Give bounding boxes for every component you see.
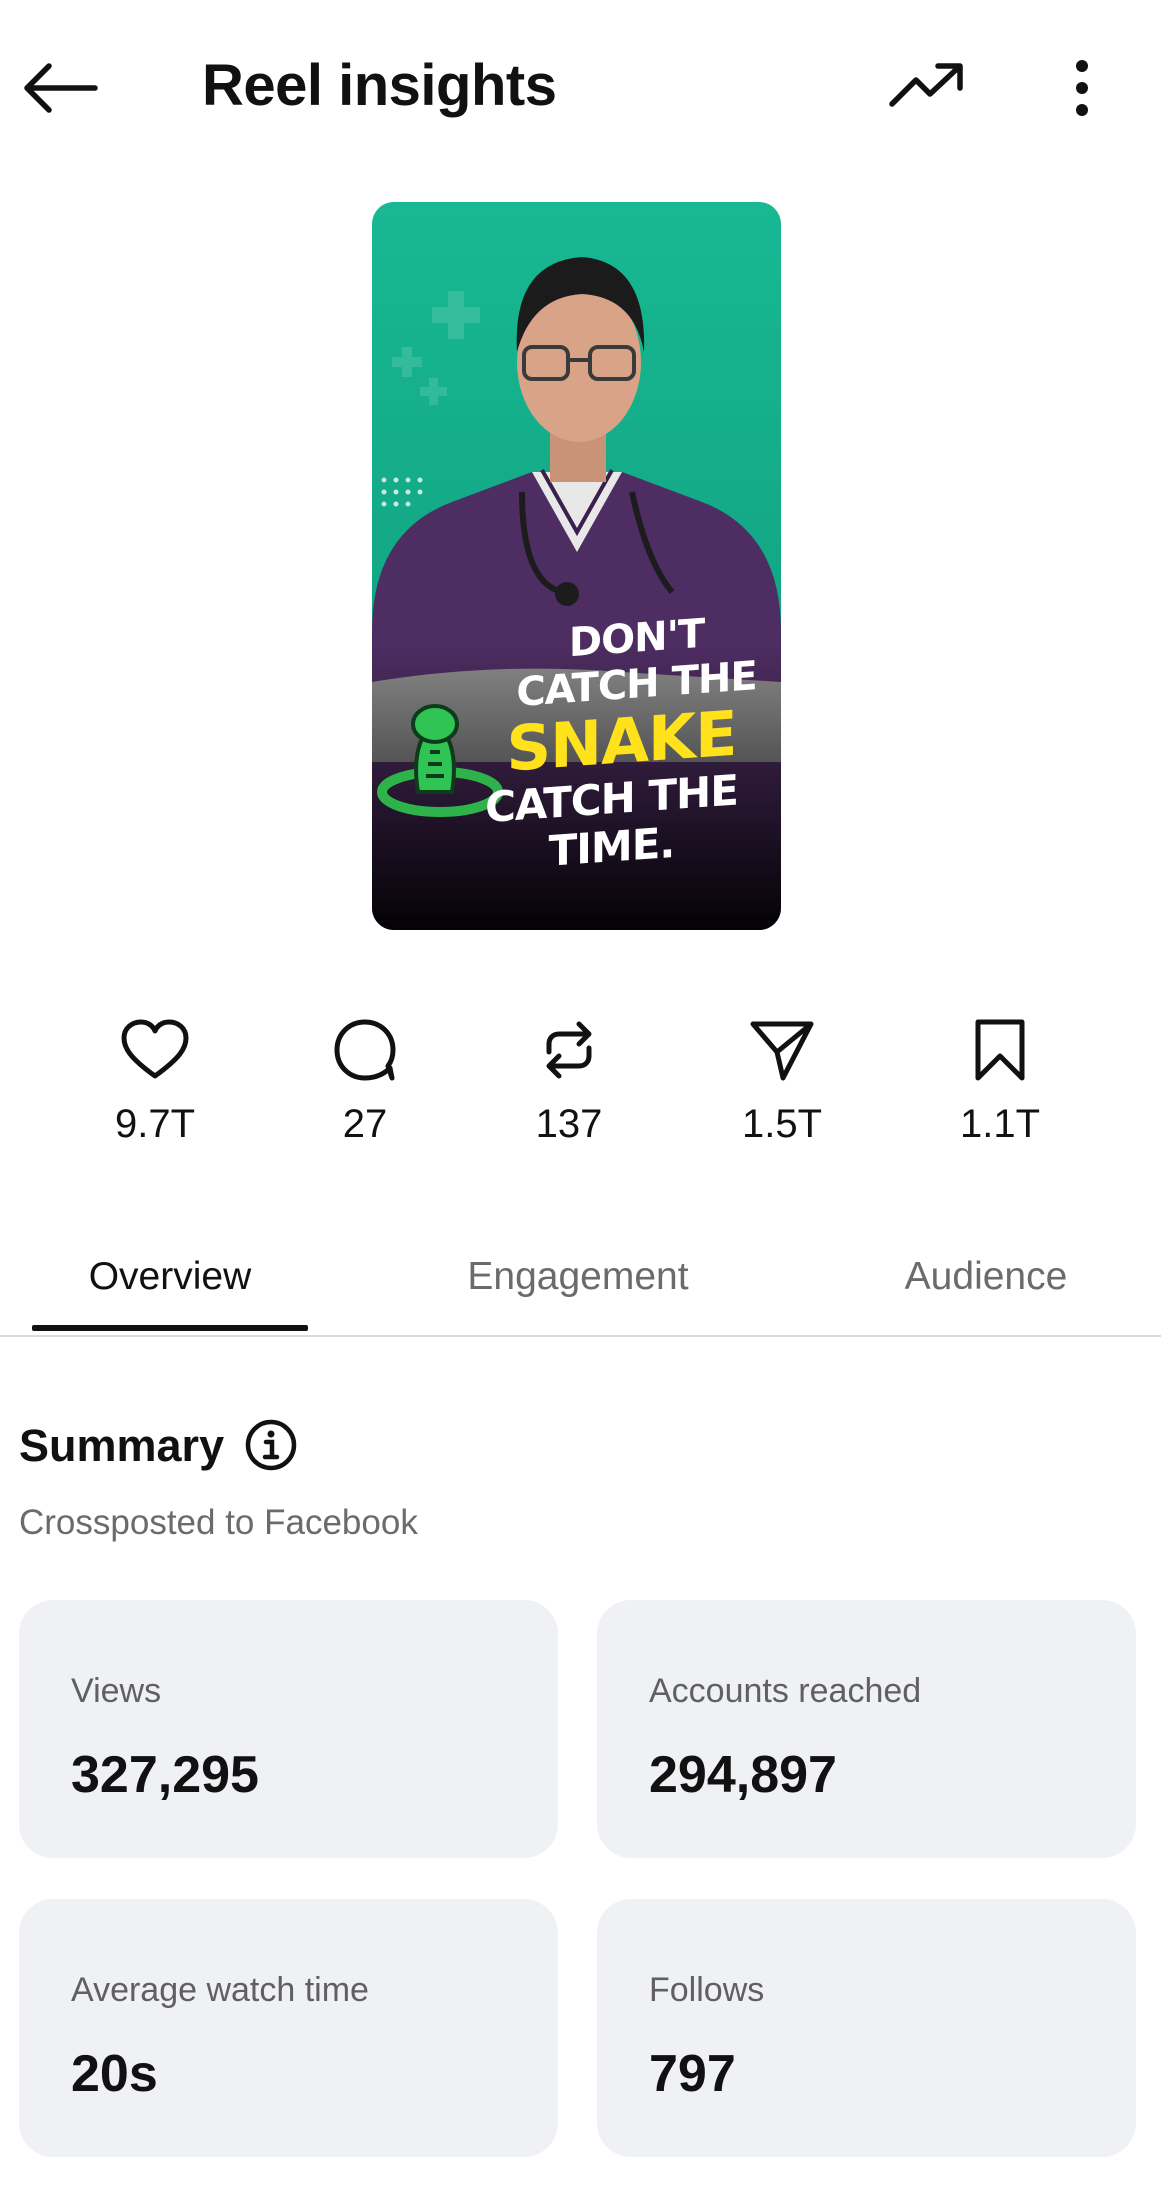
- bookmark-icon: [975, 1019, 1025, 1081]
- views-label: Views: [71, 1672, 162, 1710]
- likes-count: 9.7T: [114, 1102, 196, 1146]
- back-button[interactable]: [14, 50, 104, 126]
- reposts-count: 137: [535, 1102, 603, 1146]
- views-value: 327,295: [71, 1746, 259, 1804]
- follows-value: 797: [649, 2045, 736, 2103]
- saves-count: 1.1T: [959, 1102, 1041, 1146]
- reel-thumbnail[interactable]: DON'T CATCH THE SNAKE CATCH THE TIME.: [372, 202, 781, 930]
- info-icon: [245, 1419, 297, 1471]
- tab-engagement[interactable]: Engagement: [420, 1218, 736, 1335]
- top-app-bar: Reel insights: [0, 0, 1161, 175]
- trending-button[interactable]: [880, 50, 976, 126]
- more-options-button[interactable]: [1040, 50, 1124, 126]
- saves-stat: 1.1T: [915, 1010, 1085, 1147]
- active-tab-indicator: [32, 1325, 308, 1331]
- views-card[interactable]: Views 327,295: [19, 1600, 558, 1858]
- accounts-reached-label: Accounts reached: [649, 1672, 922, 1710]
- summary-heading: Summary: [19, 1420, 225, 1471]
- average-watch-time-value: 20s: [71, 2045, 158, 2103]
- arrow-left-icon: [24, 63, 98, 113]
- comments-stat: 27: [280, 1010, 450, 1147]
- info-button[interactable]: [243, 1417, 299, 1473]
- repost-icon: [546, 1021, 592, 1079]
- trending-up-icon: [889, 63, 963, 107]
- tab-overview[interactable]: Overview: [32, 1218, 308, 1335]
- average-watch-time-label: Average watch time: [71, 1971, 369, 2009]
- likes-stat: 9.7T: [70, 1010, 240, 1147]
- engagement-stats-row: 9.7T 27 137 1.5T 1.1T: [0, 1010, 1161, 1180]
- follows-card[interactable]: Follows 797: [597, 1899, 1136, 2157]
- insights-tabs: Overview Engagement Audience: [0, 1218, 1161, 1337]
- page-title: Reel insights: [202, 53, 557, 118]
- reposts-stat: 137: [484, 1010, 654, 1147]
- comments-count: 27: [342, 1102, 388, 1146]
- follows-label: Follows: [649, 1971, 765, 2009]
- shares-stat: 1.5T: [697, 1010, 867, 1147]
- thumbnail-caption: DON'T CATCH THE SNAKE CATCH THE TIME.: [432, 606, 771, 884]
- more-vertical-icon: [1076, 60, 1088, 116]
- crossposted-note: Crossposted to Facebook: [19, 1503, 418, 1542]
- accounts-reached-card[interactable]: Accounts reached 294,897: [597, 1600, 1136, 1858]
- accounts-reached-value: 294,897: [649, 1746, 837, 1804]
- shares-count: 1.5T: [741, 1102, 823, 1146]
- average-watch-time-card[interactable]: Average watch time 20s: [19, 1899, 558, 2157]
- comment-icon: [334, 1019, 396, 1081]
- share-icon: [750, 1021, 814, 1081]
- tab-audience[interactable]: Audience: [858, 1218, 1114, 1335]
- heart-icon: [121, 1019, 189, 1079]
